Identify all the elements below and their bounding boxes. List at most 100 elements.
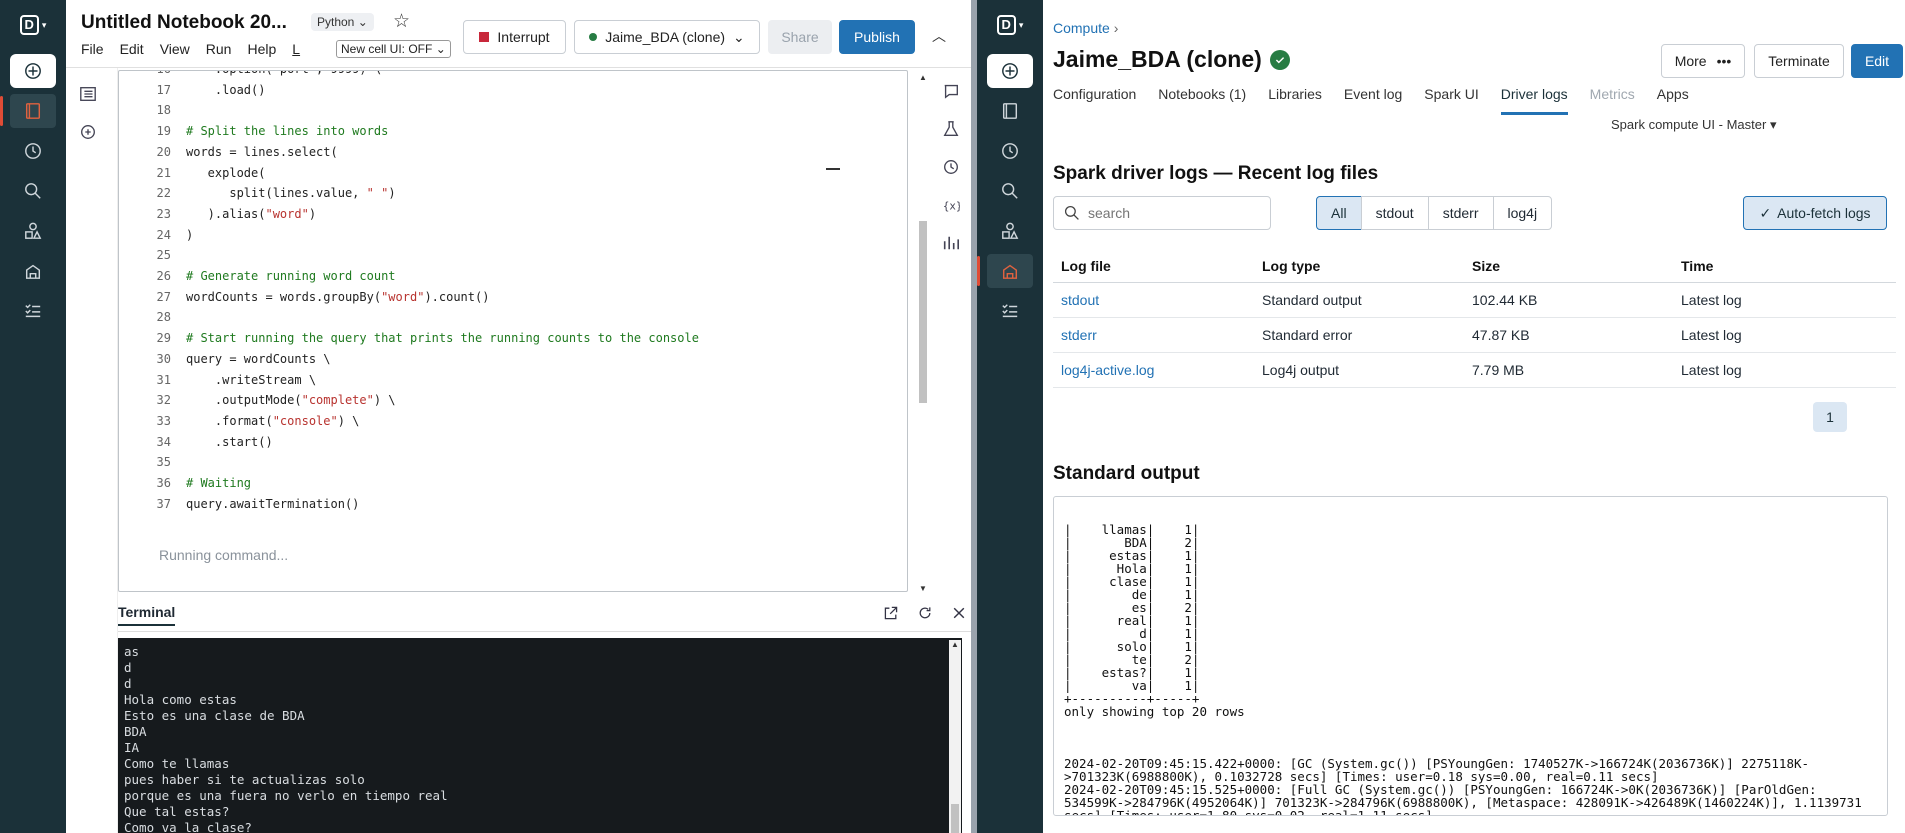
comment-icon[interactable] (942, 82, 960, 100)
log-file-link[interactable]: log4j-active.log (1053, 362, 1262, 378)
stdout-line (1064, 718, 1877, 731)
breadcrumb-compute[interactable]: Compute (1053, 20, 1110, 36)
code-text: .writeStream \ (186, 372, 317, 387)
size-cell: 7.79 MB (1472, 362, 1525, 378)
menu-edit[interactable]: Edit (120, 41, 144, 57)
sidebar-item-search[interactable] (10, 174, 56, 208)
editor-scrollbar[interactable]: ▲ ▼ (917, 73, 929, 593)
interrupt-button[interactable]: Interrupt (463, 20, 566, 54)
collapse-icon[interactable]: ︿ (932, 26, 946, 46)
history-icon[interactable] (942, 158, 960, 176)
size-cell: 47.87 KB (1472, 327, 1530, 343)
menu-run[interactable]: Run (206, 41, 232, 57)
new-button[interactable] (987, 54, 1033, 88)
sidebar-item-compute[interactable] (977, 254, 1033, 288)
code-text: ) (186, 227, 194, 242)
workspace-logo[interactable]: D ▾ (10, 14, 56, 36)
sidebar-item-recents[interactable] (10, 134, 56, 168)
compute-window: Compute › Jaime_BDA (clone) More ••• Term… (1043, 0, 1905, 833)
filter-all[interactable]: All (1316, 196, 1362, 230)
terminate-button[interactable]: Terminate (1754, 44, 1844, 78)
terminal-tab[interactable]: Terminal (118, 604, 176, 626)
tab-apps[interactable]: Apps (1657, 86, 1689, 115)
line-number: 24 (156, 227, 171, 242)
check-icon: ✓ (1759, 204, 1772, 221)
tab-configuration[interactable]: Configuration (1053, 86, 1136, 115)
assistant-icon[interactable] (79, 123, 97, 141)
search-input[interactable] (1088, 205, 1258, 221)
log-file-link[interactable]: stdout (1053, 292, 1262, 308)
variables-icon[interactable]: {x} (942, 196, 960, 214)
sidebar-item-recents[interactable] (987, 134, 1033, 168)
table-row: stderr Standard error 47.87 KB Latest lo… (1053, 318, 1896, 353)
open-external-icon[interactable] (883, 605, 899, 621)
filter-stdout[interactable]: stdout (1360, 196, 1429, 230)
experiment-icon[interactable] (942, 120, 960, 138)
cluster-selector[interactable]: Jaime_BDA (clone) ⌄ (574, 20, 760, 54)
sidebar-item-workflows[interactable] (10, 294, 56, 328)
stdout-log-viewer[interactable]: | llamas| 1| | BDA| 2| | estas| 1| | Hola| … (1053, 496, 1888, 816)
notebook-title[interactable]: Untitled Notebook 20... (81, 12, 287, 34)
pagination-page-1[interactable]: 1 (1813, 402, 1847, 432)
tab-driver-logs[interactable]: Driver logs (1500, 86, 1568, 115)
sidebar-item-workflows[interactable] (987, 294, 1033, 328)
notebook-icon (25, 103, 41, 119)
menu-file[interactable]: File (81, 41, 104, 57)
code-text: .format("console") \ (186, 413, 360, 428)
caret-down-icon: ▾ (1769, 117, 1777, 132)
terminal-scrollbar[interactable]: ▲ (949, 640, 961, 833)
line-number: 36 (156, 476, 171, 490)
menu-help[interactable]: Help (247, 41, 276, 57)
close-icon[interactable] (951, 605, 967, 621)
log-type-cell: Standard output (1262, 292, 1362, 308)
sidebar-item-catalog[interactable] (987, 214, 1033, 248)
sidebar-item-catalog[interactable] (10, 214, 56, 248)
more-button[interactable]: More ••• (1661, 44, 1745, 78)
star-icon[interactable]: ☆ (393, 10, 410, 33)
chart-icon[interactable] (942, 234, 960, 252)
auto-fetch-toggle[interactable]: ✓ Auto-fetch logs (1743, 196, 1887, 230)
terminal-output[interactable]: as d d Hola como estas Esto es una clase de … (118, 638, 962, 833)
code-line: 31 .writeStream \ (119, 370, 819, 391)
publish-button[interactable]: Publish (839, 20, 915, 54)
terminal-line: porque es una fuera no verlo en tiempo r… (124, 788, 448, 803)
code-cell[interactable]: 16 .option( port , 9999) \17 .load()1819… (118, 70, 908, 592)
sidebar-item-workspace[interactable] (987, 94, 1033, 128)
new-button[interactable] (10, 54, 56, 88)
workspace-logo[interactable]: D ▾ (987, 14, 1033, 36)
filter-log4j[interactable]: log4j (1492, 196, 1553, 230)
language-label: Python (317, 15, 355, 29)
menu-view[interactable]: View (160, 41, 190, 57)
col-time: Time (1681, 258, 1714, 274)
terminal-line: as (124, 644, 140, 659)
check-circle-icon (1269, 49, 1290, 70)
share-button[interactable]: Share (768, 20, 832, 54)
sidebar-item-compute[interactable] (10, 254, 56, 288)
terminal-line: pues haber si te actualizas solo (124, 772, 365, 787)
col-log-type: Log type (1262, 258, 1321, 274)
new-cell-ui-label: New cell UI: OFF (341, 42, 433, 56)
terminal-header: Terminal (118, 596, 971, 632)
refresh-icon[interactable] (917, 605, 933, 621)
spark-ui-select[interactable]: Spark compute UI - Master ▾ (1611, 117, 1776, 133)
tab-event-log[interactable]: Event log (1344, 86, 1402, 115)
tab-libraries[interactable]: Libraries (1268, 86, 1322, 115)
spark-ui-select-label: Spark compute UI - Master (1611, 117, 1767, 132)
filter-stderr[interactable]: stderr (1427, 196, 1494, 230)
tab-notebooks[interactable]: Notebooks (1) (1158, 86, 1246, 115)
new-cell-ui-toggle[interactable]: New cell UI: OFF ⌄ (336, 40, 451, 58)
menu-language[interactable]: L (292, 41, 300, 57)
table-of-contents-icon[interactable] (79, 85, 97, 103)
code-text: # Start running the query that prints th… (186, 331, 699, 346)
log-search[interactable] (1053, 196, 1271, 230)
log-file-link[interactable]: stderr (1053, 327, 1262, 343)
language-selector[interactable]: Python ⌄ (311, 13, 374, 31)
code-text: split(lines.value, " ") (186, 186, 396, 201)
edit-button[interactable]: Edit (1851, 44, 1903, 78)
tab-spark-ui[interactable]: Spark UI (1424, 86, 1478, 115)
tab-metrics[interactable]: Metrics (1590, 86, 1635, 115)
sidebar-item-workspace[interactable] (0, 94, 56, 128)
sidebar-item-search[interactable] (987, 174, 1033, 208)
log-type-cell: Log4j output (1262, 362, 1340, 378)
left-sidebar-rail: D ▾ (0, 0, 66, 833)
